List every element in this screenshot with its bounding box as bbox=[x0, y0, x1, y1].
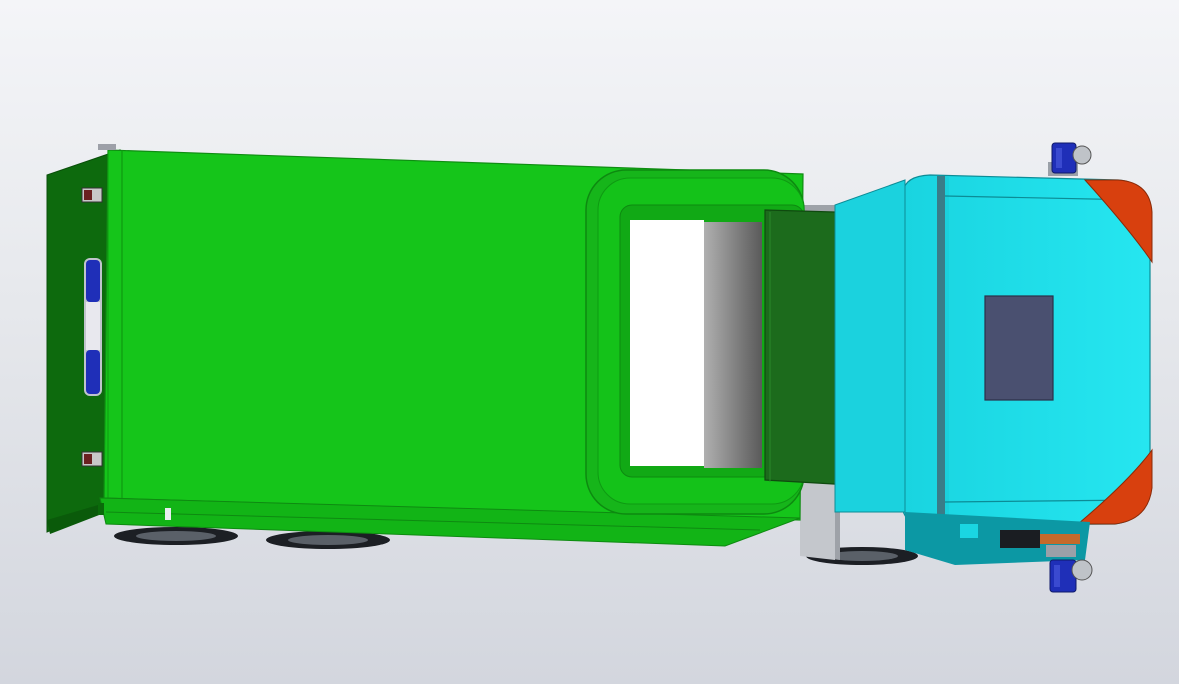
cab-roof-hatch bbox=[984, 295, 1054, 401]
rear-light-bar bbox=[84, 258, 102, 396]
door-opening bbox=[630, 220, 704, 466]
cab bbox=[834, 174, 1153, 565]
beacon-light-icon bbox=[1048, 142, 1092, 176]
cad-viewport[interactable] bbox=[0, 0, 1179, 684]
truck-model-render bbox=[46, 142, 1153, 593]
